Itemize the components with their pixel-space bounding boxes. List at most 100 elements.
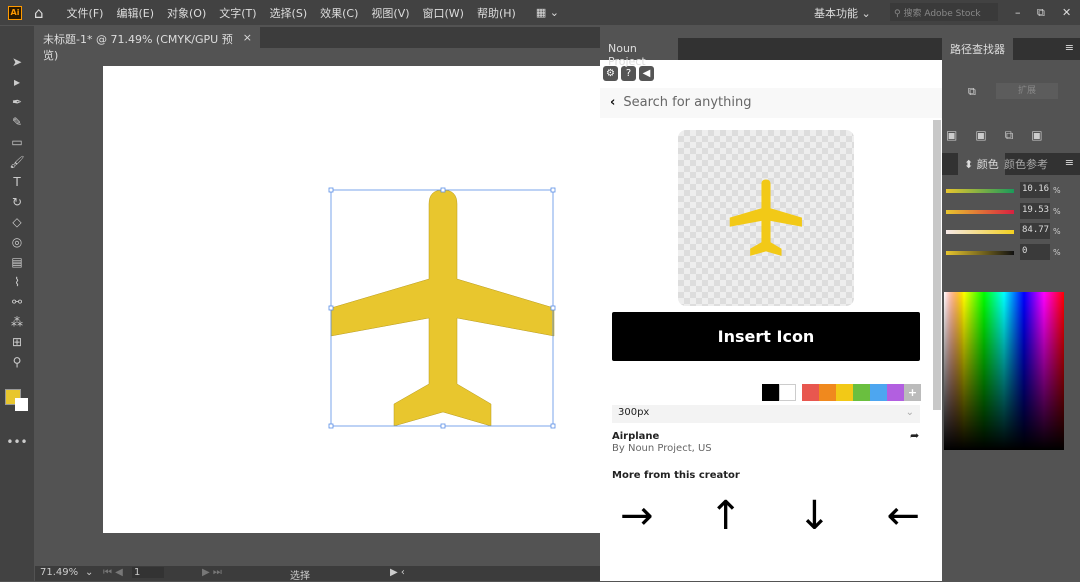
swatch-yellow[interactable] (836, 384, 853, 401)
menu-window[interactable]: 窗口(W) (423, 5, 464, 21)
search-bar[interactable]: ‹ Search for anything (600, 88, 942, 118)
symbol-sprayer-tool-icon[interactable]: ⁂ (0, 312, 34, 332)
expand-button[interactable]: 扩展 (996, 83, 1058, 99)
more-from-creator-heading: More from this creator (612, 470, 740, 481)
menu-effect[interactable]: 效果(C) (320, 5, 358, 21)
noun-project-tab[interactable]: Noun Project (600, 38, 678, 68)
swatch-black[interactable] (762, 384, 779, 401)
rotate-tool-icon[interactable]: ↻ (0, 192, 34, 212)
eyedropper-tool-icon[interactable]: ⌇ (0, 272, 34, 292)
menu-type[interactable]: 文字(T) (219, 5, 256, 21)
close-tab-button[interactable]: × (243, 31, 252, 44)
swatch-red[interactable] (802, 384, 819, 401)
black-slider[interactable] (946, 251, 1014, 255)
pathfinder-tab[interactable]: 路径查找器 (942, 38, 1013, 60)
yellow-value[interactable]: 84.77 (1020, 223, 1050, 239)
layout-switcher-icon[interactable]: ▦ ⌄ (536, 6, 559, 19)
settings-icon[interactable]: ⚙ (603, 66, 618, 81)
scrollbar[interactable] (933, 120, 941, 410)
zoom-dropdown-icon[interactable]: ⌄ (85, 567, 93, 578)
menu-object[interactable]: 对象(O) (167, 5, 206, 21)
icon-name: Airplane (612, 431, 660, 442)
gradient-tool-icon[interactable]: ▤ (0, 252, 34, 272)
curvature-tool-icon[interactable]: ✎ (0, 112, 34, 132)
panel-menu-icon[interactable]: ≡ (1065, 41, 1074, 54)
swatch-blue[interactable] (870, 384, 887, 401)
airplane-artwork[interactable] (325, 184, 561, 434)
rectangle-tool-icon[interactable]: ▭ (0, 132, 34, 152)
more-tools-icon[interactable]: ••• (0, 432, 34, 452)
search-input[interactable]: Search for anything (623, 95, 751, 110)
zoom-level-field[interactable]: 71.49% (40, 567, 78, 578)
size-value: 300px (618, 407, 650, 418)
menu-file[interactable]: 文件(F) (67, 5, 104, 21)
airplane-shape[interactable] (330, 189, 555, 427)
noun-project-panel: Noun Project ⚙? ◀ ‹ Search for anything In… (600, 38, 942, 581)
statusbar: 71.49% ⌄ ⏮ ◀ 1 ▶ ⏭ 选择 ▶ ‹ (35, 566, 600, 582)
next-page-icon[interactable]: ▶ ⏭ (202, 567, 222, 578)
add-color-icon[interactable]: + (904, 384, 921, 401)
color-spectrum[interactable] (944, 292, 1064, 450)
icon-author[interactable]: By Noun Project, US (612, 443, 712, 454)
cyan-value[interactable]: 10.16 (1020, 182, 1050, 198)
black-value[interactable]: 0 (1020, 244, 1050, 260)
menu-select[interactable]: 选择(S) (270, 5, 308, 21)
color-tab[interactable]: ⬍ 颜色 (958, 153, 1005, 175)
back-icon[interactable]: ‹ (610, 95, 615, 110)
paintbrush-tool-icon[interactable]: 🖌 (0, 152, 34, 172)
announcement-icon[interactable]: ◀ (639, 66, 654, 81)
status-menu-icon[interactable]: ▶ ‹ (390, 567, 405, 578)
shape-builder-tool-icon[interactable]: ◎ (0, 232, 34, 252)
stroke-swatch[interactable] (15, 398, 28, 411)
document-tabbar: 未标题-1* @ 71.49% (CMYK/GPU 预览) × (35, 27, 600, 62)
direct-selection-tool-icon[interactable]: ▸ (0, 72, 34, 92)
cyan-slider[interactable] (946, 189, 1014, 193)
magenta-value[interactable]: 19.53 (1020, 203, 1050, 219)
size-select[interactable]: 300px ⌄ (612, 405, 920, 423)
icon-preview (678, 130, 854, 306)
close-window-button[interactable]: ✕ (1062, 6, 1071, 19)
eraser-tool-icon[interactable]: ◇ (0, 212, 34, 232)
swatch-green[interactable] (853, 384, 870, 401)
color-tab-label: 颜色 (976, 158, 999, 171)
page-field[interactable]: 1 (132, 567, 164, 578)
menu-view[interactable]: 视图(V) (371, 5, 409, 21)
swatch-orange[interactable] (819, 384, 836, 401)
artboard-tool-icon[interactable]: ⊞ (0, 332, 34, 352)
swatch-purple[interactable] (887, 384, 904, 401)
color-guide-tab[interactable]: 颜色参考 (1004, 156, 1048, 172)
type-tool-icon[interactable]: T (0, 172, 34, 192)
workspace-switcher[interactable]: 基本功能 ⌄ (814, 5, 871, 21)
pathfinder-buttons[interactable]: ▣▣⧉▣ (942, 128, 1080, 143)
insert-icon-button[interactable]: Insert Icon (612, 312, 920, 361)
share-icon[interactable]: ➦ (910, 429, 919, 442)
percent-label: % (1053, 186, 1061, 195)
pen-tool-icon[interactable]: ✒ (0, 92, 34, 112)
app-logo: Ai (8, 5, 22, 20)
magenta-slider[interactable] (946, 210, 1014, 214)
first-page-icon[interactable]: ⏮ ◀ (103, 567, 123, 578)
menu-edit[interactable]: 编辑(E) (116, 5, 154, 21)
restore-button[interactable]: ⧉ (1037, 6, 1045, 20)
zoom-tool-icon[interactable]: ⚲ (0, 352, 34, 372)
yellow-slider[interactable] (946, 230, 1014, 234)
arrow-down-icon[interactable]: ↓ (798, 493, 832, 539)
tools-panel: ➤ ▸ ✒ ✎ ▭ 🖌 T ↻ ◇ ◎ ▤ ⌇ ⚯ ⁂ ⊞ ⚲ ••• (0, 26, 34, 581)
stock-search-placeholder: 搜索 Adobe Stock (903, 9, 981, 19)
help-icon[interactable]: ? (621, 66, 636, 81)
blend-tool-icon[interactable]: ⚯ (0, 292, 34, 312)
fill-stroke-control[interactable] (0, 372, 34, 432)
right-panels: 路径查找器 ≡ ⧉ 扩展 ▣▣⧉▣ ⬍ 颜色 颜色参考 ≡ 10.16% 19.5… (942, 38, 1080, 581)
color-panel-menu-icon[interactable]: ≡ (1065, 156, 1074, 169)
home-icon[interactable]: ⌂ (34, 4, 44, 22)
swatch-white[interactable] (779, 384, 796, 401)
arrow-up-icon[interactable]: ↑ (709, 493, 743, 539)
arrow-left-icon[interactable]: ← (886, 493, 920, 539)
selection-tool-icon[interactable]: ➤ (0, 52, 34, 72)
document-tab[interactable]: 未标题-1* @ 71.49% (CMYK/GPU 预览) × (35, 27, 260, 62)
pathfinder-icon[interactable]: ⧉ (968, 85, 976, 99)
minimize-button[interactable]: – (1015, 6, 1021, 19)
arrow-right-icon[interactable]: → (620, 493, 654, 539)
menu-help[interactable]: 帮助(H) (477, 5, 516, 21)
stock-search-input[interactable]: ⚲ 搜索 Adobe Stock (890, 3, 998, 21)
